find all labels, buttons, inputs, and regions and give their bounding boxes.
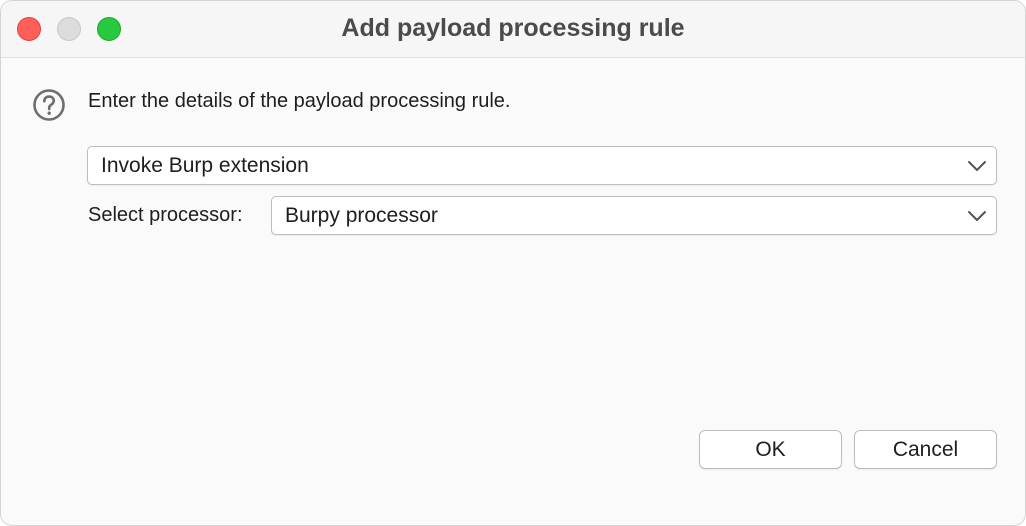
processor-label: Select processor: (88, 204, 243, 226)
title-bar[interactable]: Add payload processing rule (1, 1, 1025, 58)
dialog-window: Add payload processing rule Enter the de… (0, 0, 1026, 526)
window-title: Add payload processing rule (341, 14, 685, 42)
chevron-down-icon (968, 211, 986, 221)
chevron-down-icon (968, 161, 986, 171)
processor-selected-value: Burpy processor (285, 204, 438, 227)
question-circle-icon (33, 89, 65, 121)
rule-type-select[interactable]: Invoke Burp extension (87, 146, 997, 185)
dialog-prompt: Enter the details of the payload process… (88, 90, 511, 112)
rule-type-selected-value: Invoke Burp extension (101, 154, 309, 177)
ok-button[interactable]: OK (699, 430, 842, 469)
cancel-button[interactable]: Cancel (854, 430, 997, 469)
processor-select[interactable]: Burpy processor (271, 196, 997, 235)
